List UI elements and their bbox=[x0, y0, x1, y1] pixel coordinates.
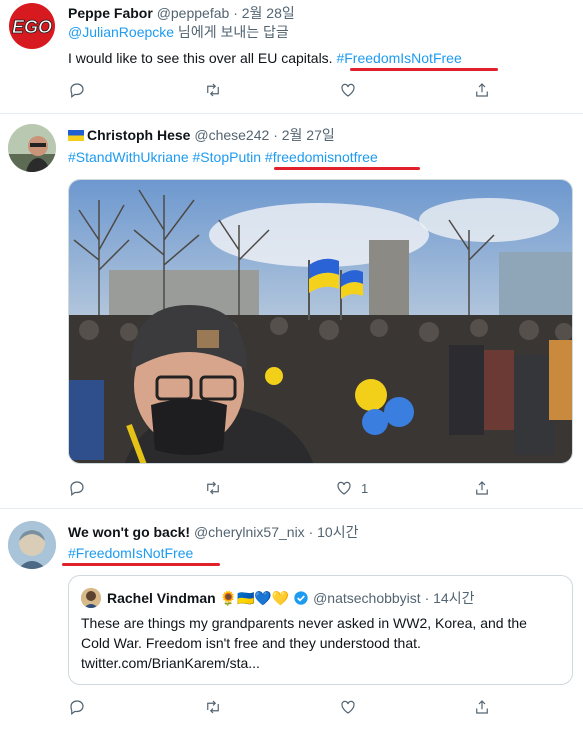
like-count: 1 bbox=[361, 480, 369, 496]
quote-avatar-icon bbox=[81, 588, 101, 608]
separator-dot: · bbox=[233, 5, 238, 21]
quote-author-name[interactable]: Rachel Vindman bbox=[107, 590, 216, 606]
timestamp[interactable]: 2월 27일 bbox=[282, 127, 335, 143]
avatar[interactable] bbox=[8, 124, 56, 172]
hashtag-link[interactable]: #freedomisnotfree bbox=[265, 149, 378, 165]
timestamp[interactable]: 2월 28일 bbox=[242, 5, 295, 21]
reply-context: @JulianRoepcke 님에게 보내는 답글 bbox=[68, 22, 289, 42]
share-icon bbox=[476, 481, 488, 495]
highlight-underline bbox=[62, 563, 220, 566]
reply-suffix: 님에게 보내는 답글 bbox=[174, 24, 289, 40]
tweet-header: Christoph Hese @chese242 · 2월 27일 bbox=[68, 126, 335, 144]
ukraine-flag-icon bbox=[68, 130, 84, 141]
quote-link[interactable]: twitter.com/BrianKarem/sta... bbox=[81, 653, 260, 673]
reply-icon bbox=[70, 700, 84, 715]
reply-button[interactable] bbox=[68, 478, 86, 498]
separator-dot: · bbox=[273, 127, 278, 143]
share-button[interactable] bbox=[473, 478, 491, 498]
avatar[interactable] bbox=[8, 521, 56, 569]
protest-photo-image bbox=[69, 180, 572, 463]
quoted-tweet[interactable]: Rachel Vindman 🌻🇺🇦💙💛 @natsechobbyist · 1… bbox=[68, 575, 573, 685]
share-icon bbox=[476, 700, 488, 714]
portrait-avatar-icon bbox=[8, 124, 56, 172]
reply-to-link[interactable]: @JulianRoepcke bbox=[68, 24, 174, 40]
verified-icon bbox=[293, 590, 309, 610]
avatar[interactable]: EGO bbox=[8, 2, 56, 50]
hashtag-link[interactable]: #FreedomIsNotFree bbox=[336, 50, 461, 66]
author-handle[interactable]: @peppefab bbox=[157, 5, 230, 21]
hashtag-link[interactable]: #StopPutin bbox=[193, 149, 262, 165]
name-emoji: 🌻🇺🇦💙💛 bbox=[219, 590, 290, 606]
ego-logo-icon: EGO bbox=[9, 3, 55, 49]
hashtag-link[interactable]: #StandWithUkriane bbox=[68, 149, 189, 165]
separator-dot: · bbox=[424, 590, 430, 606]
share-button[interactable] bbox=[473, 697, 491, 717]
highlight-underline bbox=[350, 68, 498, 71]
tweet-3[interactable]: We won't go back! @cherylnix57_nix · 10시… bbox=[0, 509, 583, 729]
retweet-icon bbox=[207, 481, 219, 495]
hashtag-link[interactable]: #FreedomIsNotFree bbox=[68, 545, 193, 561]
share-button[interactable] bbox=[473, 80, 491, 100]
quote-header: Rachel Vindman 🌻🇺🇦💙💛 @natsechobbyist · 1… bbox=[107, 589, 474, 610]
author-handle[interactable]: @chese242 bbox=[194, 127, 269, 143]
share-icon bbox=[476, 83, 488, 97]
author-name[interactable]: Christoph Hese bbox=[87, 127, 190, 143]
retweet-icon bbox=[207, 700, 219, 714]
reply-icon bbox=[70, 83, 84, 98]
tweet-photo[interactable] bbox=[68, 179, 573, 464]
separator-dot: · bbox=[308, 524, 314, 540]
reply-button[interactable] bbox=[68, 697, 86, 717]
author-handle[interactable]: @cherylnix57_nix bbox=[194, 524, 305, 540]
quote-text-line: Cold War. Freedom isn't free and they un… bbox=[81, 635, 421, 651]
action-bar bbox=[68, 80, 498, 100]
action-bar: 1 bbox=[68, 478, 498, 498]
tweet-text: I would like to see this over all EU cap… bbox=[68, 48, 462, 68]
tweet-1[interactable]: EGO Peppe Fabor @peppefab · 2월 28일 @Juli… bbox=[0, 0, 583, 113]
tweet-body: I would like to see this over all EU cap… bbox=[68, 50, 337, 66]
like-button[interactable]: 1 bbox=[335, 478, 368, 498]
quote-timestamp[interactable]: 14시간 bbox=[433, 590, 474, 606]
like-icon bbox=[337, 481, 351, 495]
tweet-header: Peppe Fabor @peppefab · 2월 28일 bbox=[68, 4, 295, 22]
highlight-underline bbox=[274, 167, 420, 170]
like-button[interactable] bbox=[339, 697, 357, 717]
retweet-button[interactable] bbox=[204, 80, 222, 100]
like-button[interactable] bbox=[339, 80, 357, 100]
svg-text:EGO: EGO bbox=[12, 17, 52, 37]
quote-avatar[interactable] bbox=[81, 588, 101, 608]
retweet-button[interactable] bbox=[204, 478, 222, 498]
illustrated-avatar-icon bbox=[8, 521, 56, 569]
reply-icon bbox=[70, 481, 84, 496]
timestamp[interactable]: 10시간 bbox=[317, 524, 358, 540]
tweet-header: We won't go back! @cherylnix57_nix · 10시… bbox=[68, 523, 358, 541]
author-name[interactable]: Peppe Fabor bbox=[68, 5, 153, 21]
tweet-text: #StandWithUkriane #StopPutin #freedomisn… bbox=[68, 147, 378, 167]
quote-text-line: These are things my grandparents never a… bbox=[81, 615, 527, 631]
reply-button[interactable] bbox=[68, 80, 86, 100]
author-name[interactable]: We won't go back! bbox=[68, 524, 190, 540]
tweet-2[interactable]: Christoph Hese @chese242 · 2월 27일 #Stand… bbox=[0, 114, 583, 508]
like-icon bbox=[341, 700, 355, 714]
tweet-text: #FreedomIsNotFree bbox=[68, 543, 193, 563]
action-bar bbox=[68, 697, 498, 717]
retweet-icon bbox=[207, 83, 219, 97]
quote-handle[interactable]: @natsechobbyist bbox=[313, 590, 421, 606]
like-icon bbox=[341, 83, 355, 97]
retweet-button[interactable] bbox=[204, 697, 222, 717]
